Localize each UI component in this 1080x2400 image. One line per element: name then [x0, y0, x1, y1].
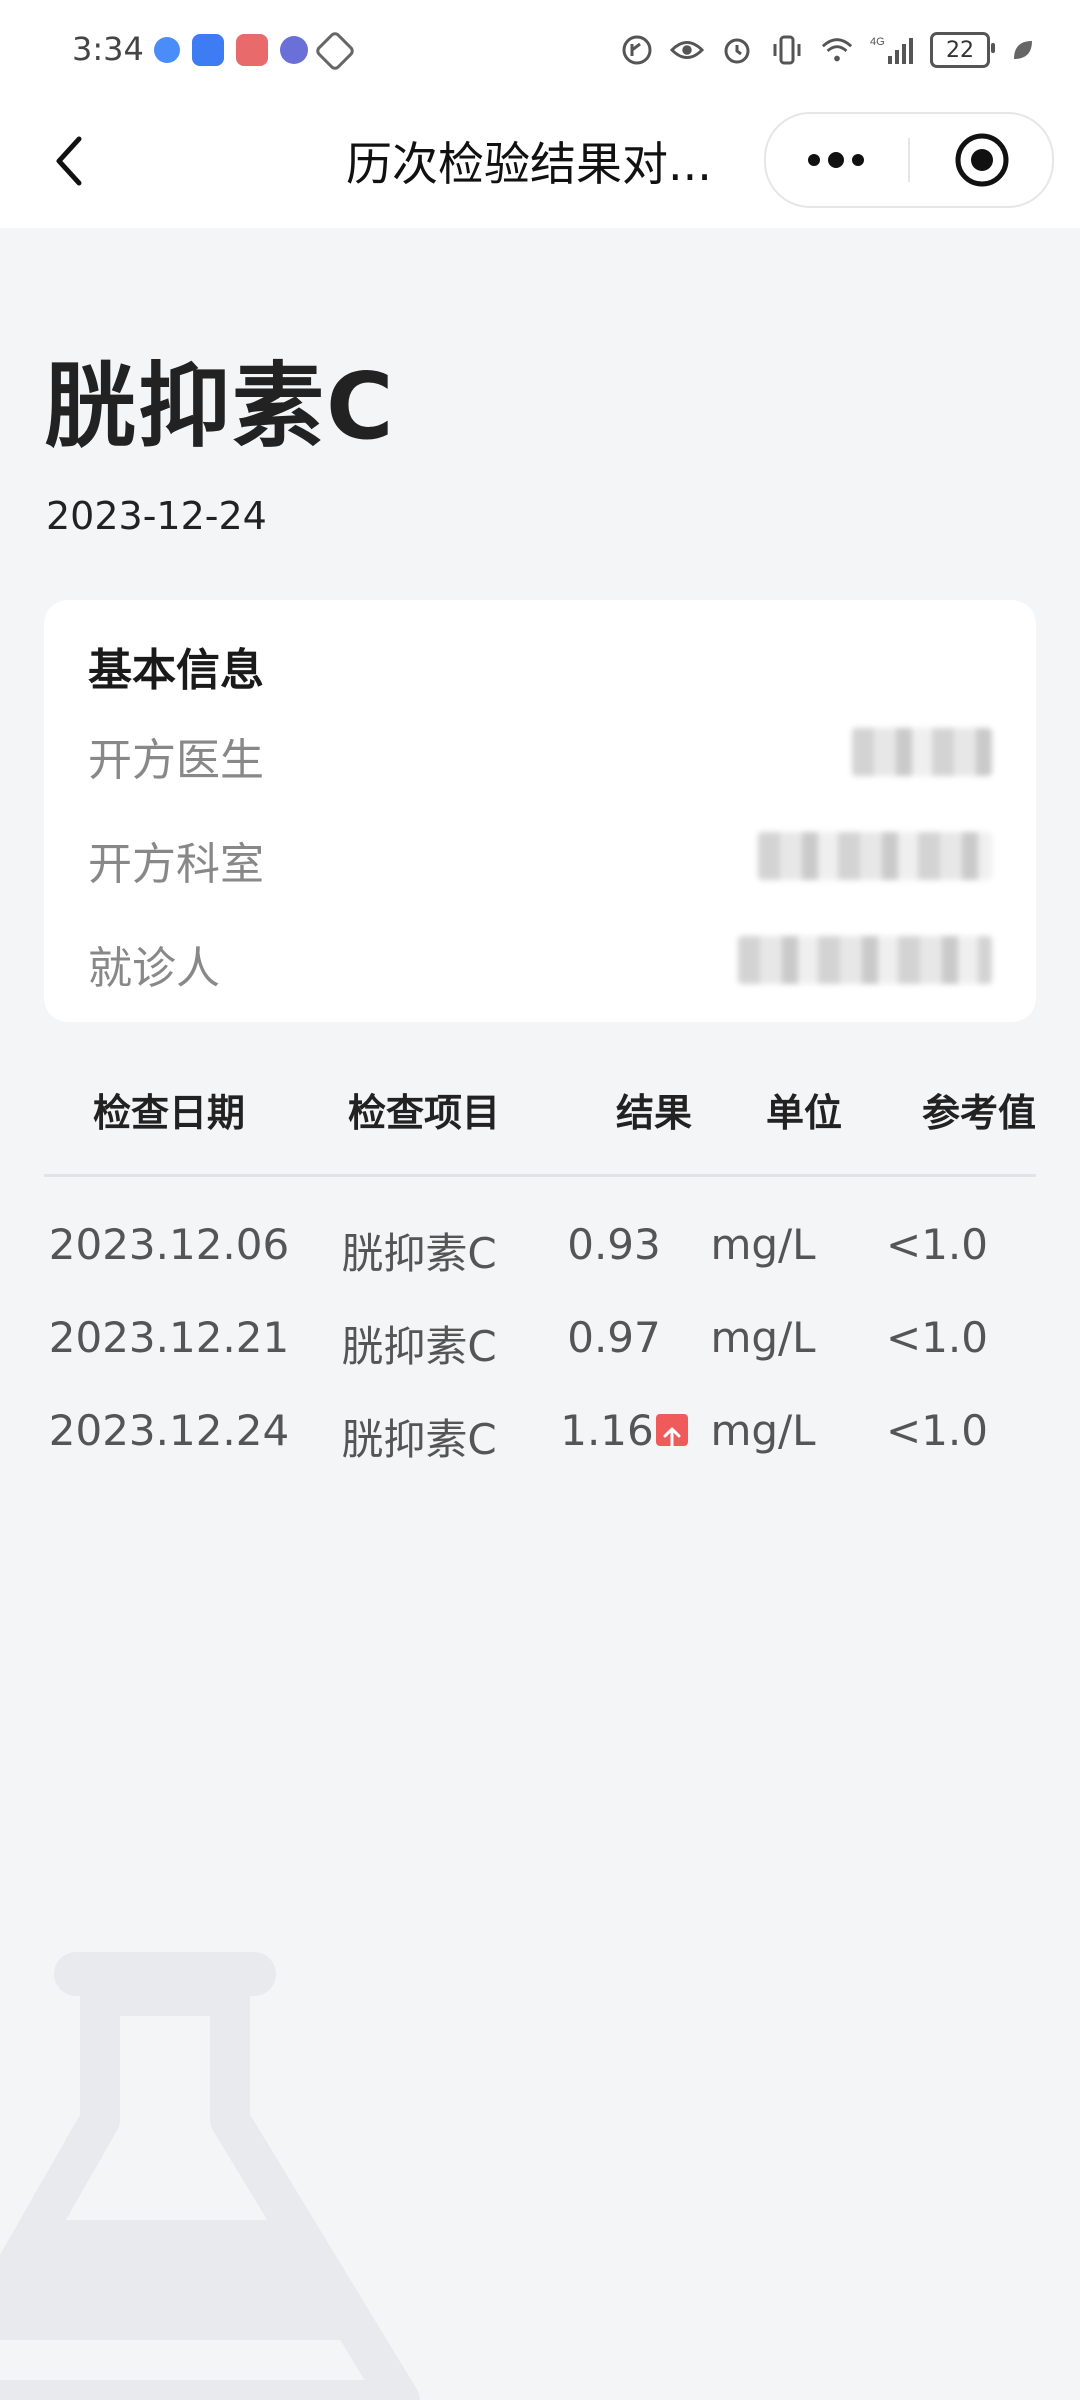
info-label: 开方科室	[88, 839, 264, 890]
info-value-redacted: ▒▒▒▒▒▒▒	[758, 832, 992, 880]
cell-unit: mg/L	[710, 1406, 816, 1455]
result-value: 1.16	[560, 1406, 654, 1455]
app-notification-icon	[192, 34, 224, 66]
results-table-header: 检查日期 检查项目 结果 单位 参考值	[44, 1082, 1036, 1172]
app-notification-icon	[236, 34, 268, 66]
cell-reference: <1.0	[886, 1406, 988, 1455]
table-divider	[44, 1174, 1036, 1177]
nfc-icon	[620, 33, 654, 67]
status-bar: 3:34 4G 22	[0, 0, 1080, 104]
status-app-icons	[154, 29, 357, 73]
info-row-doctor: 开方医生 ▒▒▒▒	[88, 724, 992, 786]
mini-program-capsule	[764, 112, 1054, 208]
app-notification-icon	[154, 37, 180, 63]
leaf-icon	[1006, 33, 1040, 67]
info-row-department: 开方科室 ▒▒▒▒▒▒▒	[88, 828, 992, 890]
cell-result: 0.93	[567, 1220, 661, 1269]
table-row: 2023.12.24 胱抑素C 1.16 mg/L <1.0	[0, 1406, 1080, 1486]
navigation-bar: 历次检验结果对...	[0, 104, 1080, 228]
back-button[interactable]	[34, 126, 104, 196]
status-indicators: 4G 22	[620, 32, 1040, 68]
cell-unit: mg/L	[710, 1313, 816, 1362]
page: 3:34 4G 22 历次检验结果对... 胱抑素C 2023-12-24 基本…	[0, 0, 1080, 2400]
cell-reference: <1.0	[886, 1313, 988, 1362]
cell-item: 胱抑素C	[341, 1322, 497, 1371]
info-label: 开方医生	[88, 735, 264, 786]
status-time: 3:34	[72, 30, 144, 68]
table-row: 2023.12.06 胱抑素C 0.93 mg/L <1.0	[0, 1220, 1080, 1300]
flask-icon	[0, 1952, 420, 2400]
cell-date: 2023.12.24	[48, 1406, 290, 1455]
page-title: 历次检验结果对...	[346, 137, 712, 191]
info-row-patient: 就诊人 ▒▒▒▒ ▒ ▒▒	[88, 932, 992, 994]
wifi-icon	[820, 33, 854, 67]
cell-date: 2023.12.06	[48, 1220, 290, 1269]
basic-info-card: 基本信息 开方医生 ▒▒▒▒ 开方科室 ▒▒▒▒▒▒▒ 就诊人 ▒▒▒▒ ▒ ▒…	[44, 600, 1036, 1022]
cell-reference: <1.0	[886, 1220, 988, 1269]
app-notification-icon	[313, 29, 357, 73]
arrow-up-icon	[655, 1413, 688, 1447]
svg-text:4G: 4G	[870, 36, 885, 48]
cell-date: 2023.12.21	[48, 1313, 290, 1362]
cell-result: 0.97	[567, 1313, 661, 1362]
cell-item: 胱抑素C	[341, 1229, 497, 1278]
column-header-reference: 参考值	[921, 1091, 1036, 1135]
more-button[interactable]	[766, 114, 906, 206]
more-dots-icon	[808, 152, 864, 168]
column-header-date: 检查日期	[92, 1091, 245, 1135]
cell-item: 胱抑素C	[341, 1415, 497, 1464]
close-mini-program-button[interactable]	[912, 114, 1052, 206]
test-name-heading: 胱抑素C	[44, 353, 396, 460]
cellular-signal-icon: 4G	[870, 33, 914, 67]
info-label: 就诊人	[88, 943, 220, 994]
info-value-redacted: ▒▒▒▒	[852, 728, 992, 776]
vibrate-icon	[770, 33, 804, 67]
chevron-left-icon	[56, 136, 82, 186]
battery-indicator: 22	[930, 32, 995, 68]
test-date: 2023-12-24	[46, 494, 267, 538]
info-value-redacted: ▒▒▒▒ ▒ ▒▒	[738, 936, 992, 984]
music-app-icon	[280, 36, 308, 64]
card-title: 基本信息	[88, 645, 264, 696]
cell-result-high: 1.16	[534, 1406, 714, 1455]
target-circle-icon	[955, 133, 1009, 187]
eye-icon	[670, 33, 704, 67]
column-header-item: 检查项目	[347, 1091, 500, 1135]
cell-unit: mg/L	[710, 1220, 816, 1269]
alarm-icon	[720, 33, 754, 67]
capsule-divider	[908, 138, 910, 182]
table-row: 2023.12.21 胱抑素C 0.97 mg/L <1.0	[0, 1313, 1080, 1393]
